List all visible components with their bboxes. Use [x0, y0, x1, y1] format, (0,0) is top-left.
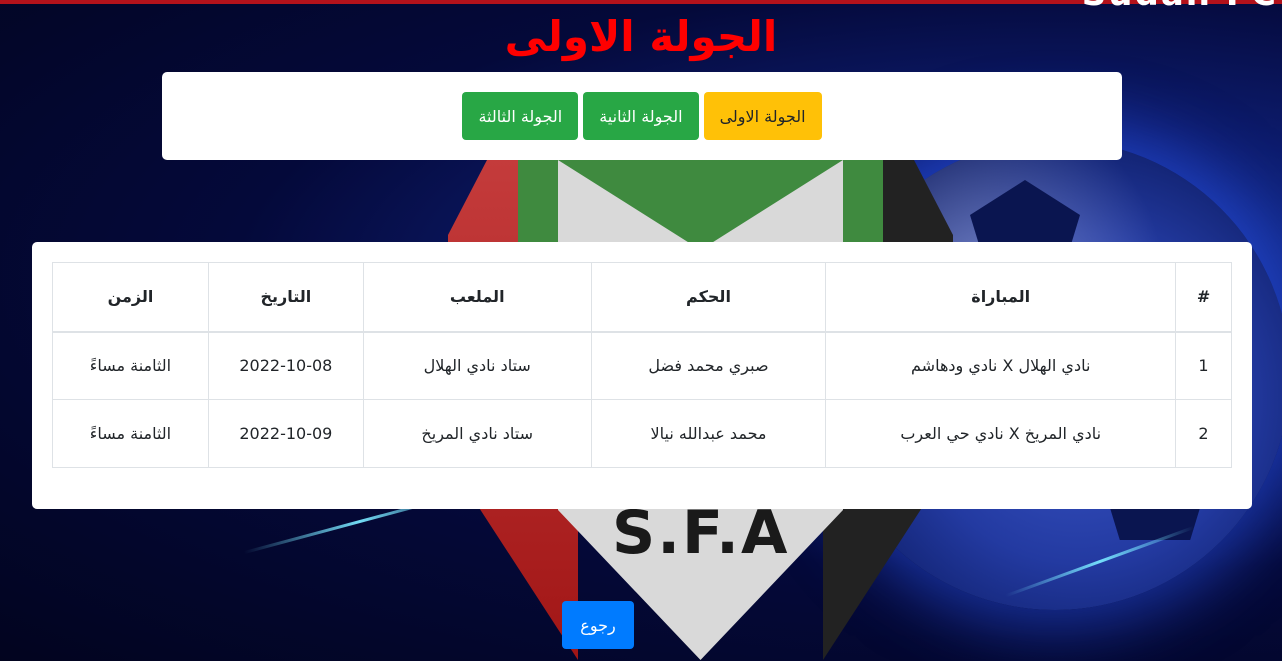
round-3-button[interactable]: الجولة الثالثة [462, 92, 579, 140]
row-number: 1 [1175, 331, 1232, 400]
row-referee: محمد عبدالله نيالا [590, 399, 827, 468]
row-date: 2022-10-09 [207, 399, 364, 468]
header-time: الزمن [52, 262, 209, 333]
row-date: 2022-10-08 [207, 331, 364, 400]
header-stadium: الملعب [362, 262, 592, 333]
row-match: نادي الهلال X نادي ودهاشم [825, 331, 1177, 400]
row-stadium: ستاد نادي الهلال [362, 331, 592, 400]
table-row: 1 نادي الهلال X نادي ودهاشم صبري محمد فض… [52, 331, 1232, 400]
fixtures-card: # المباراة الحكم الملعب التاريخ الزمن 1 … [32, 242, 1252, 509]
header-referee: الحكم [590, 262, 827, 333]
header-number: # [1175, 262, 1232, 333]
rounds-selector: الجولة الاولى الجولة الثانية الجولة الثا… [162, 72, 1122, 160]
row-time: الثامنة مساءً [52, 331, 209, 400]
fixtures-table: # المباراة الحكم الملعب التاريخ الزمن 1 … [52, 262, 1232, 468]
header-match: المباراة [825, 262, 1177, 333]
row-number: 2 [1175, 399, 1232, 468]
row-match: نادي المريخ X نادي حي العرب [825, 399, 1177, 468]
table-header-row: # المباراة الحكم الملعب التاريخ الزمن [52, 262, 1232, 333]
row-time: الثامنة مساءً [52, 399, 209, 468]
round-1-button[interactable]: الجولة الاولى [703, 92, 822, 140]
row-stadium: ستاد نادي المريخ [362, 399, 592, 468]
row-referee: صبري محمد فضل [590, 331, 827, 400]
table-row: 2 نادي المريخ X نادي حي العرب محمد عبدال… [52, 399, 1232, 468]
round-2-button[interactable]: الجولة الثانية [583, 92, 699, 140]
back-button[interactable]: رجوع [562, 601, 634, 649]
page-title: الجولة الاولى [504, 12, 778, 61]
header-date: التاريخ [207, 262, 364, 333]
